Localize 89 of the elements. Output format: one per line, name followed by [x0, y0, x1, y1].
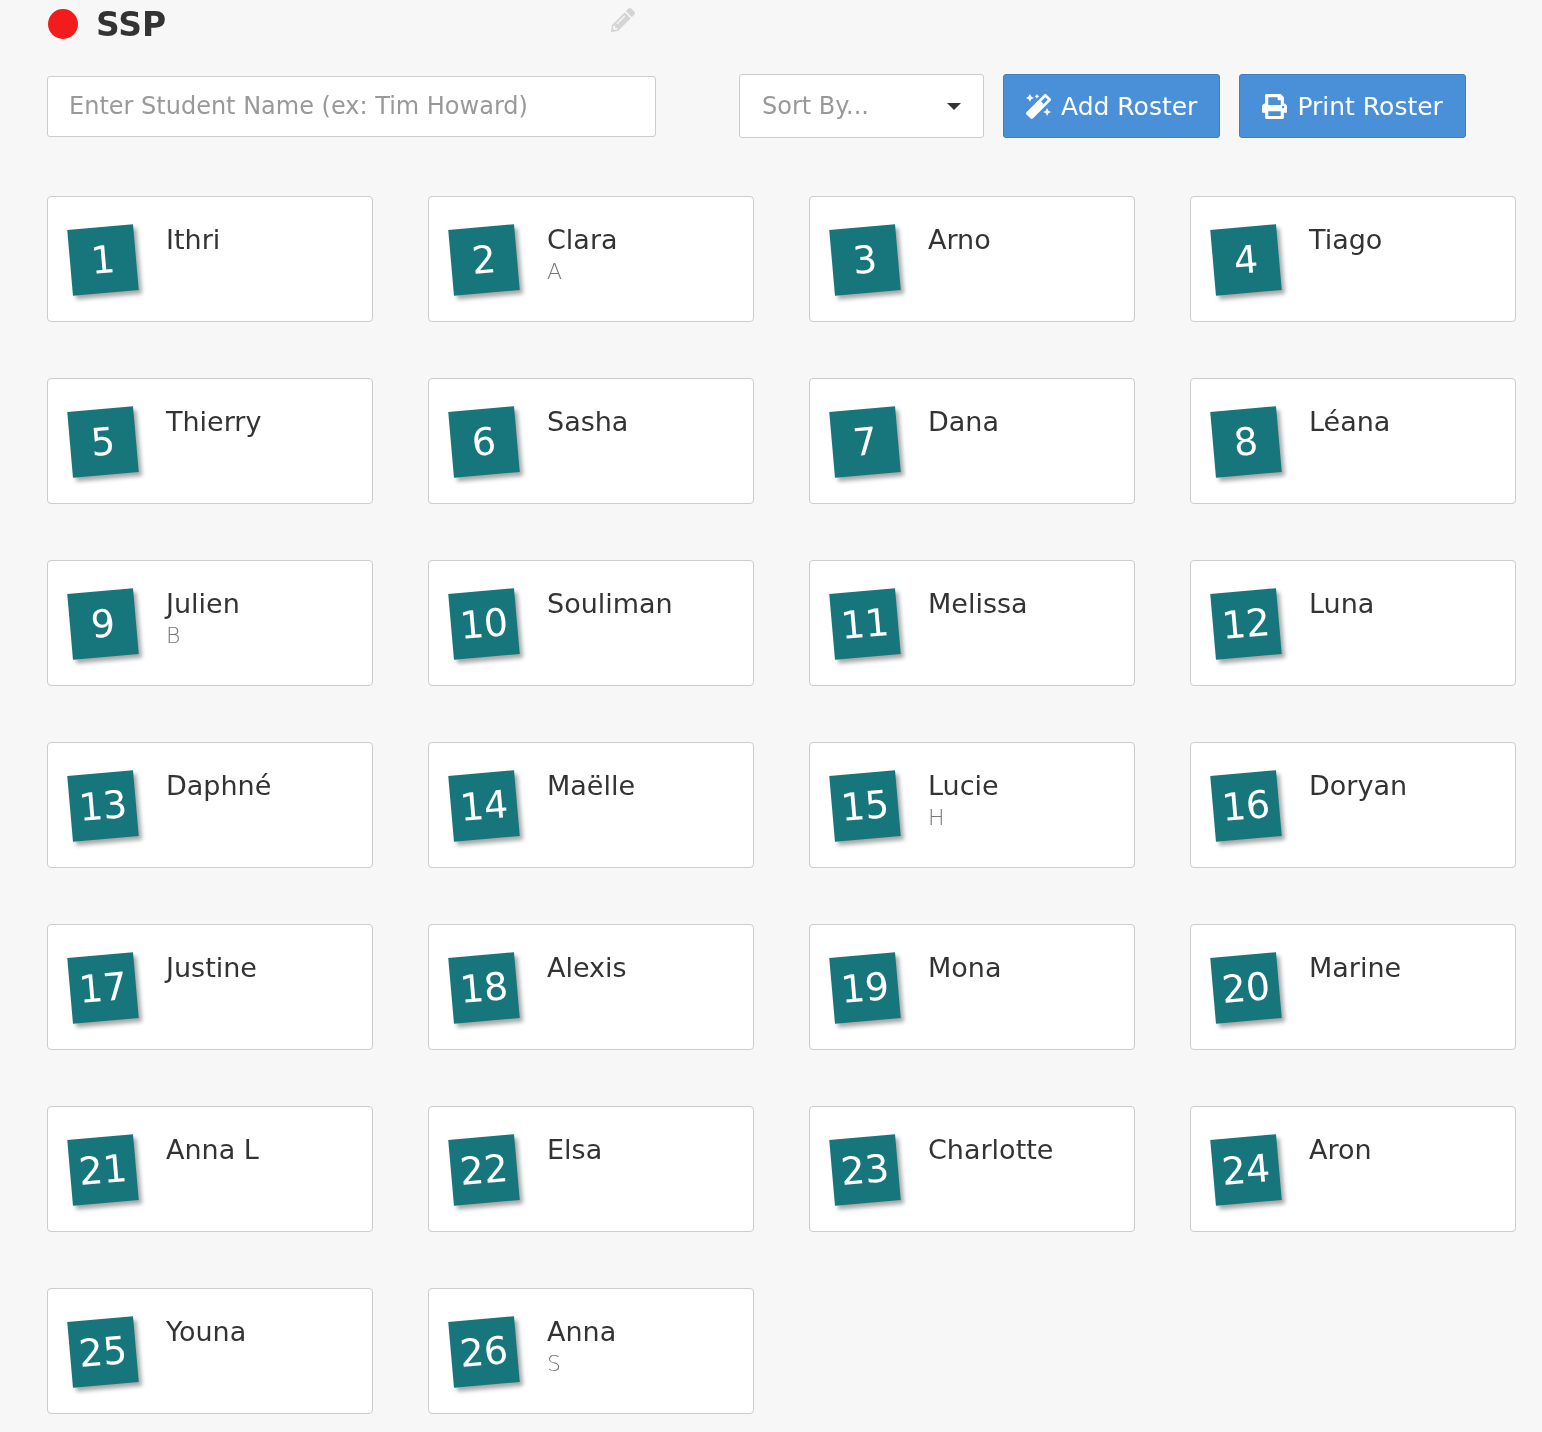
- student-card[interactable]: 1 Ithri: [47, 196, 373, 322]
- student-card[interactable]: 10 Souliman: [428, 560, 754, 686]
- student-number: 16: [1210, 770, 1282, 842]
- student-card[interactable]: 24 Aron: [1190, 1106, 1516, 1232]
- student-number: 3: [829, 224, 901, 296]
- student-card[interactable]: 22 Elsa: [428, 1106, 754, 1232]
- student-name: Marine: [1309, 952, 1402, 983]
- pencil-icon[interactable]: [611, 8, 636, 32]
- student-initial: H: [928, 805, 946, 830]
- student-name: Ithri: [166, 224, 221, 255]
- student-number: 26: [448, 1316, 520, 1388]
- student-card[interactable]: 7 Dana: [809, 378, 1135, 504]
- student-name: Justine: [166, 952, 257, 983]
- student-name: Julien: [166, 588, 240, 619]
- student-number: 23: [829, 1134, 901, 1206]
- student-name: Mona: [928, 952, 1002, 983]
- student-name: Clara: [547, 224, 618, 255]
- student-name: Aron: [1309, 1134, 1372, 1165]
- student-card[interactable]: 8 Léana: [1190, 378, 1516, 504]
- status-dot: [48, 9, 78, 39]
- student-card[interactable]: 11 Melissa: [809, 560, 1135, 686]
- student-name: Maëlle: [547, 770, 636, 801]
- student-name: Souliman: [547, 588, 673, 619]
- student-number: 20: [1210, 952, 1282, 1024]
- student-name: Anna: [547, 1316, 617, 1347]
- student-name: Alexis: [547, 952, 627, 983]
- student-number: 2: [448, 224, 520, 296]
- student-name: Elsa: [547, 1134, 603, 1165]
- student-number: 13: [67, 770, 139, 842]
- student-card[interactable]: 18 Alexis: [428, 924, 754, 1050]
- student-number: 21: [67, 1134, 139, 1206]
- student-number: 22: [448, 1134, 520, 1206]
- student-name: Luna: [1309, 588, 1375, 619]
- magic-wand-icon: [1026, 93, 1051, 119]
- student-name: Youna: [166, 1316, 247, 1347]
- student-number: 6: [448, 406, 520, 478]
- student-number: 14: [448, 770, 520, 842]
- student-number: 10: [448, 588, 520, 660]
- student-number: 15: [829, 770, 901, 842]
- student-card[interactable]: 19 Mona: [809, 924, 1135, 1050]
- student-number: 12: [1210, 588, 1282, 660]
- student-card[interactable]: 3 Arno: [809, 196, 1135, 322]
- student-card[interactable]: 21 Anna L: [47, 1106, 373, 1232]
- student-name: Léana: [1309, 406, 1391, 437]
- student-card[interactable]: 25 Youna: [47, 1288, 373, 1414]
- student-card[interactable]: 20 Marine: [1190, 924, 1516, 1050]
- student-card[interactable]: 13 Daphné: [47, 742, 373, 868]
- printer-icon: [1262, 93, 1288, 119]
- search-field[interactable]: Enter Student Name (ex: Tim Howard): [47, 75, 656, 137]
- student-card[interactable]: 17 Justine: [47, 924, 373, 1050]
- student-card[interactable]: 23 Charlotte: [809, 1106, 1135, 1232]
- student-card[interactable]: 16 Doryan: [1190, 742, 1516, 868]
- student-card[interactable]: 15 Lucie H: [809, 742, 1135, 868]
- student-number: 19: [829, 952, 901, 1024]
- student-card[interactable]: 5 Thierry: [47, 378, 373, 504]
- student-number: 5: [67, 406, 139, 478]
- student-card[interactable]: 9 Julien B: [47, 560, 373, 686]
- student-number: 4: [1210, 224, 1282, 296]
- student-name: Tiago: [1309, 224, 1383, 255]
- student-number: 1: [67, 224, 139, 296]
- student-number: 24: [1210, 1134, 1282, 1206]
- student-card[interactable]: 4 Tiago: [1190, 196, 1516, 322]
- student-name: Arno: [928, 224, 991, 255]
- student-initial: B: [166, 623, 182, 648]
- student-card[interactable]: 26 Anna S: [428, 1288, 754, 1414]
- student-card[interactable]: 6 Sasha: [428, 378, 754, 504]
- caret-icon: [947, 102, 961, 110]
- student-name: Lucie: [928, 770, 999, 801]
- student-number: 18: [448, 952, 520, 1024]
- roster-title: SSP: [96, 4, 167, 44]
- student-initial: S: [547, 1351, 562, 1376]
- student-number: 8: [1210, 406, 1282, 478]
- student-number: 25: [67, 1316, 139, 1388]
- student-number: 9: [67, 588, 139, 660]
- student-name: Daphné: [166, 770, 272, 801]
- student-card[interactable]: 2 Clara A: [428, 196, 754, 322]
- student-number: 11: [829, 588, 901, 660]
- student-number: 7: [829, 406, 901, 478]
- student-name: Anna L: [166, 1134, 259, 1165]
- student-name: Sasha: [547, 406, 629, 437]
- student-name: Melissa: [928, 588, 1028, 619]
- student-initial: A: [547, 259, 564, 284]
- student-name: Doryan: [1309, 770, 1408, 801]
- student-number: 17: [67, 952, 139, 1024]
- student-name: Charlotte: [928, 1134, 1054, 1165]
- student-name: Thierry: [166, 406, 262, 437]
- student-card[interactable]: 12 Luna: [1190, 560, 1516, 686]
- student-card[interactable]: 14 Maëlle: [428, 742, 754, 868]
- student-name: Dana: [928, 406, 999, 437]
